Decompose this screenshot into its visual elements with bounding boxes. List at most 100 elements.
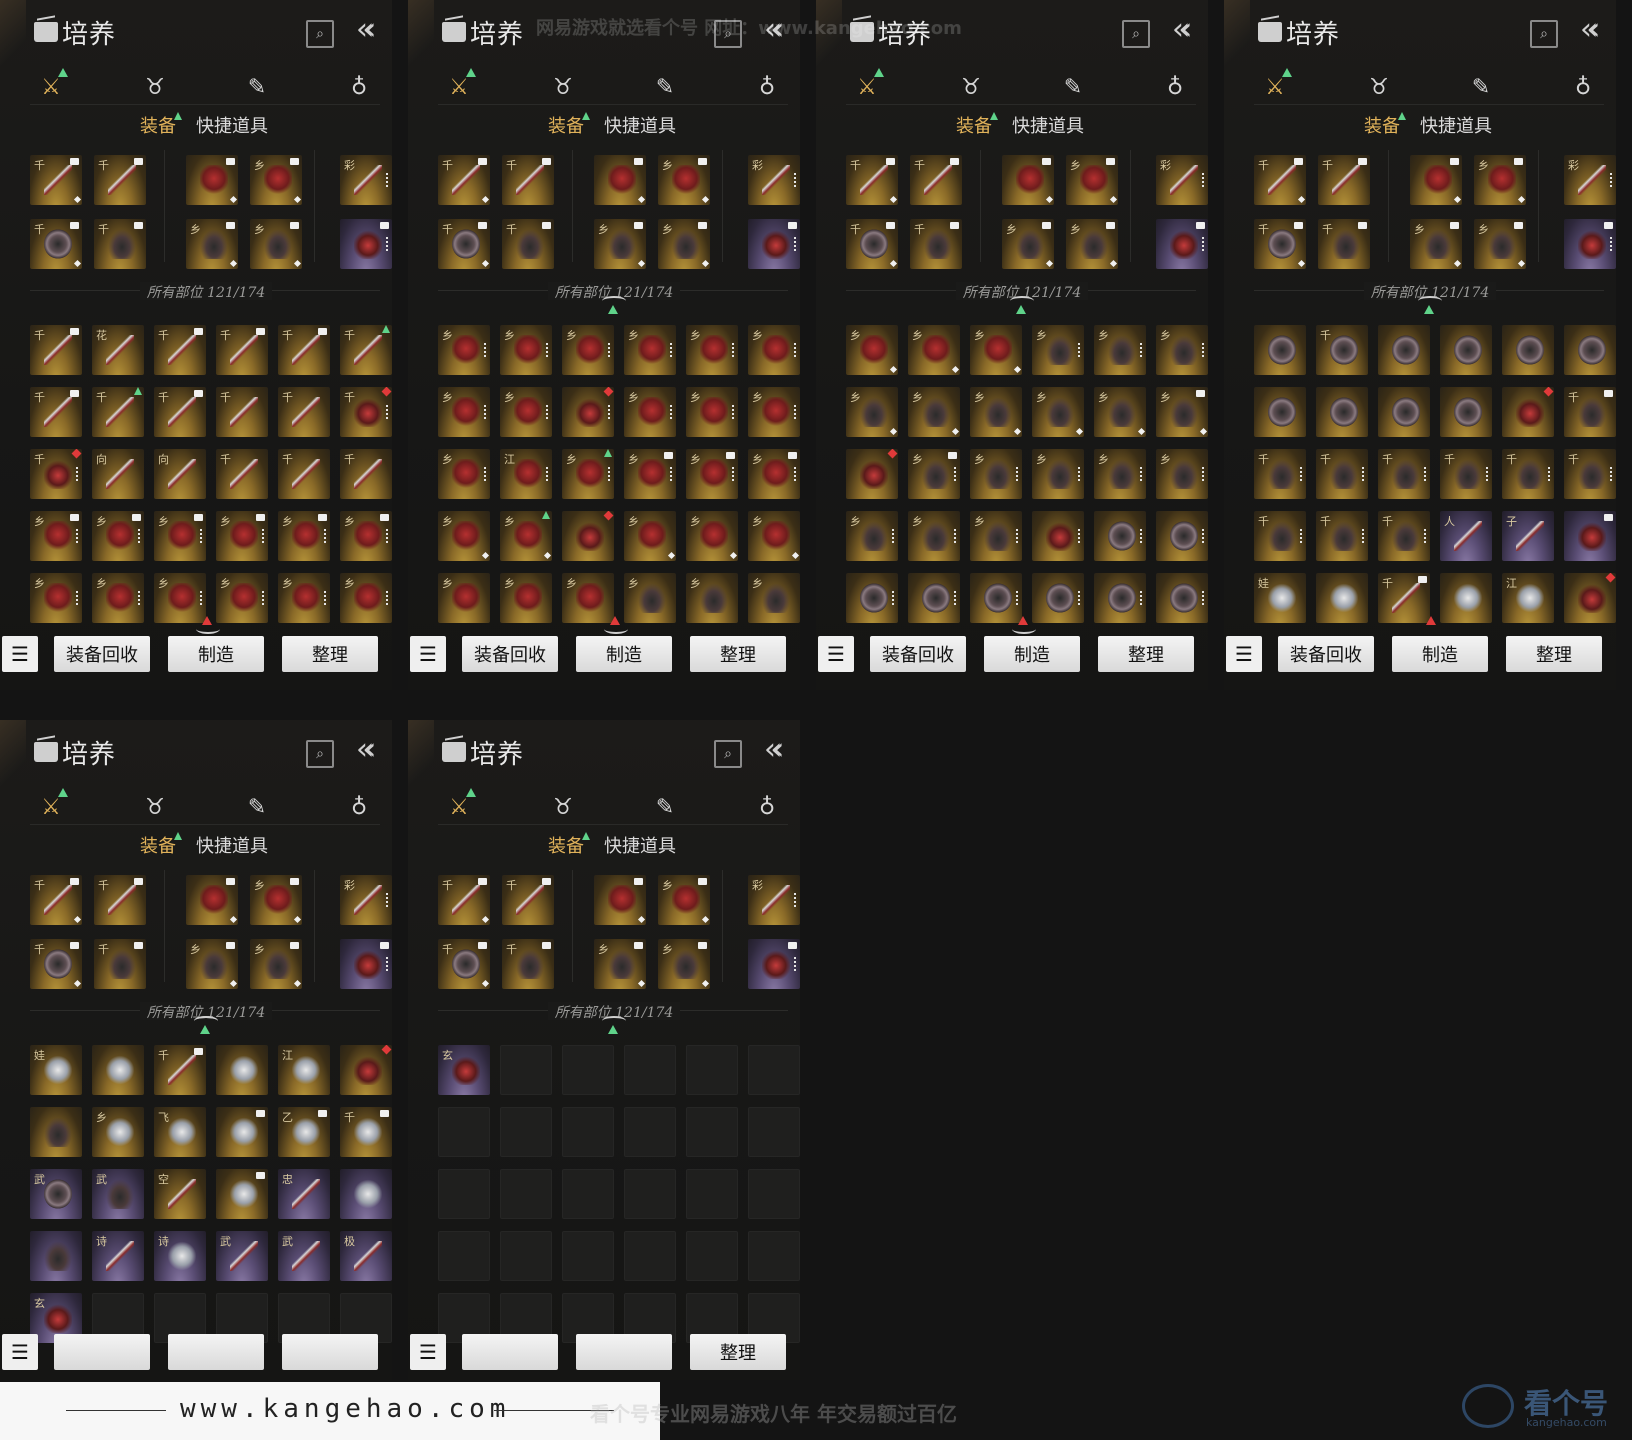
inventory-slot[interactable]: 乡 bbox=[278, 511, 330, 561]
inventory-slot[interactable] bbox=[908, 573, 960, 623]
category-tab-3[interactable]: ✎ bbox=[242, 792, 272, 822]
equipped-slot[interactable]: 乡 bbox=[186, 939, 238, 989]
equipped-slot[interactable]: 千 bbox=[438, 155, 490, 205]
inventory-slot[interactable] bbox=[1254, 387, 1306, 437]
filter-button[interactable]: ☰ bbox=[818, 636, 854, 672]
inventory-slot[interactable] bbox=[1254, 325, 1306, 375]
inventory-slot[interactable]: 千 bbox=[216, 325, 268, 375]
inventory-slot[interactable] bbox=[216, 1107, 268, 1157]
category-tab-3[interactable]: ✎ bbox=[650, 792, 680, 822]
tab-quick-items[interactable]: 快捷道具 bbox=[196, 112, 268, 138]
inventory-slot[interactable]: 乡 bbox=[500, 387, 552, 437]
equipped-slot[interactable]: 彩 bbox=[748, 875, 800, 925]
inventory-slot[interactable]: 乡 bbox=[216, 573, 268, 623]
inventory-slot[interactable] bbox=[216, 1045, 268, 1095]
equipped-slot[interactable]: 千 bbox=[502, 155, 554, 205]
inventory-slot[interactable]: 千 bbox=[1378, 511, 1430, 561]
equipped-slot[interactable]: 乡 bbox=[1066, 155, 1118, 205]
inventory-slot[interactable]: 乡 bbox=[908, 511, 960, 561]
inventory-slot[interactable] bbox=[1156, 511, 1208, 561]
category-tab-1[interactable]: ⚔ bbox=[1260, 68, 1292, 102]
category-tab-3[interactable]: ✎ bbox=[650, 72, 680, 102]
inventory-slot[interactable]: 千 bbox=[1564, 387, 1616, 437]
search-button[interactable]: ⌕ bbox=[306, 740, 334, 768]
equipped-slot[interactable] bbox=[1156, 219, 1208, 269]
inventory-slot[interactable]: 乡 bbox=[500, 573, 552, 623]
inventory-slot[interactable]: 乡 bbox=[846, 325, 898, 375]
inventory-slot[interactable]: 千 bbox=[216, 449, 268, 499]
inventory-slot[interactable]: 飞 bbox=[154, 1107, 206, 1157]
inventory-slot[interactable]: 千 bbox=[30, 325, 82, 375]
equipped-slot[interactable]: 千 bbox=[1318, 219, 1370, 269]
tab-quick-items[interactable]: 快捷道具 bbox=[196, 832, 268, 858]
sort-button[interactable]: 整理 bbox=[282, 636, 378, 672]
equipped-slot[interactable] bbox=[1002, 155, 1054, 205]
inventory-slot[interactable] bbox=[562, 1107, 614, 1157]
inventory-slot[interactable] bbox=[1094, 573, 1146, 623]
sort-button[interactable]: 整理 bbox=[690, 636, 786, 672]
inventory-slot[interactable]: 乡 bbox=[438, 387, 490, 437]
inventory-slot[interactable] bbox=[562, 1231, 614, 1281]
equipped-slot[interactable] bbox=[594, 875, 646, 925]
equipped-slot[interactable] bbox=[340, 219, 392, 269]
recycle-button[interactable] bbox=[462, 1334, 558, 1370]
equipped-slot[interactable]: 乡 bbox=[250, 219, 302, 269]
inventory-slot[interactable]: 武 bbox=[278, 1231, 330, 1281]
equipped-slot[interactable]: 千 bbox=[94, 939, 146, 989]
inventory-slot[interactable]: 乡 bbox=[908, 449, 960, 499]
inventory-slot[interactable]: 乡 bbox=[438, 449, 490, 499]
inventory-slot[interactable]: 乡 bbox=[1032, 449, 1084, 499]
category-tab-1[interactable]: ⚔ bbox=[444, 788, 476, 822]
equipped-slot[interactable]: 千 bbox=[94, 875, 146, 925]
category-tab-4[interactable]: ♁ bbox=[344, 792, 374, 822]
sort-button[interactable]: 整理 bbox=[1098, 636, 1194, 672]
inventory-slot[interactable]: 乡 bbox=[748, 511, 800, 561]
inventory-slot[interactable]: 千 bbox=[1316, 325, 1368, 375]
inventory-slot[interactable] bbox=[340, 1169, 392, 1219]
inventory-slot[interactable]: 乡 bbox=[624, 573, 676, 623]
equipped-slot[interactable] bbox=[186, 875, 238, 925]
tab-equip[interactable]: 装备 bbox=[140, 112, 182, 138]
inventory-slot[interactable]: 乡 bbox=[748, 449, 800, 499]
equipped-slot[interactable]: 彩 bbox=[1156, 155, 1208, 205]
inventory-slot[interactable]: 千 bbox=[278, 387, 330, 437]
inventory-slot[interactable]: 向 bbox=[92, 449, 144, 499]
craft-button[interactable] bbox=[576, 1334, 672, 1370]
sort-button[interactable]: 整理 bbox=[1506, 636, 1602, 672]
inventory-slot[interactable]: 乡 bbox=[438, 573, 490, 623]
inventory-slot[interactable] bbox=[846, 449, 898, 499]
equipped-slot[interactable]: 乡 bbox=[1410, 219, 1462, 269]
filter-button[interactable]: ☰ bbox=[410, 636, 446, 672]
equipped-slot[interactable] bbox=[340, 939, 392, 989]
equipped-slot[interactable] bbox=[186, 155, 238, 205]
equipped-slot[interactable]: 彩 bbox=[748, 155, 800, 205]
category-tab-2[interactable]: ♉ bbox=[140, 792, 170, 822]
inventory-slot[interactable]: 乡 bbox=[686, 511, 738, 561]
equipped-slot[interactable]: 千 bbox=[30, 219, 82, 269]
equipped-slot[interactable]: 千 bbox=[910, 155, 962, 205]
equipped-slot[interactable]: 千 bbox=[846, 155, 898, 205]
inventory-slot[interactable] bbox=[1378, 325, 1430, 375]
inventory-slot[interactable]: 乡 bbox=[624, 387, 676, 437]
category-tab-3[interactable]: ✎ bbox=[1466, 72, 1496, 102]
inventory-slot[interactable]: 乡 bbox=[1032, 325, 1084, 375]
inventory-slot[interactable]: 乡 bbox=[908, 387, 960, 437]
inventory-slot[interactable] bbox=[1032, 511, 1084, 561]
search-button[interactable]: ⌕ bbox=[1530, 20, 1558, 48]
inventory-slot[interactable]: 乡 bbox=[1156, 325, 1208, 375]
inventory-slot[interactable]: 乡 bbox=[340, 511, 392, 561]
inventory-slot[interactable] bbox=[1440, 325, 1492, 375]
category-tab-2[interactable]: ♉ bbox=[1364, 72, 1394, 102]
search-button[interactable]: ⌕ bbox=[1122, 20, 1150, 48]
inventory-slot[interactable]: 乡 bbox=[92, 511, 144, 561]
inventory-slot[interactable]: 乡 bbox=[748, 573, 800, 623]
craft-button[interactable] bbox=[168, 1334, 264, 1370]
equipped-slot[interactable]: 乡 bbox=[594, 939, 646, 989]
inventory-slot[interactable] bbox=[438, 1169, 490, 1219]
inventory-slot[interactable] bbox=[1378, 387, 1430, 437]
inventory-slot[interactable]: 乡 bbox=[1094, 387, 1146, 437]
inventory-slot[interactable]: 乡 bbox=[686, 573, 738, 623]
back-button[interactable]: «‹ bbox=[764, 732, 785, 767]
inventory-slot[interactable]: 乡 bbox=[970, 325, 1022, 375]
inventory-slot[interactable]: 乡 bbox=[970, 449, 1022, 499]
